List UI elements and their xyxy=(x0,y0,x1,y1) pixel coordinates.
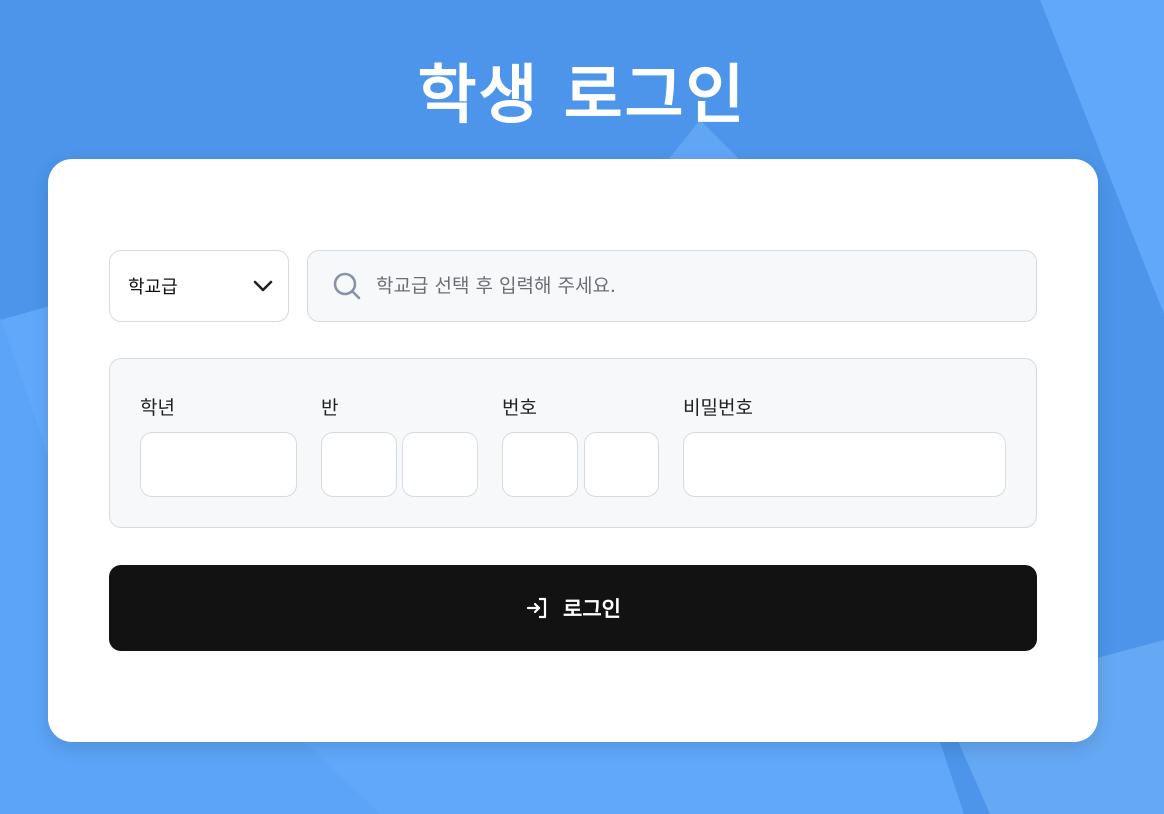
class-digit-2-input[interactable] xyxy=(402,432,478,497)
school-level-select[interactable]: 학교급 xyxy=(109,250,289,322)
school-search-box xyxy=(307,250,1037,322)
chevron-down-icon xyxy=(252,279,274,293)
grade-input[interactable] xyxy=(140,432,297,497)
number-digit-2-input[interactable] xyxy=(584,432,659,497)
page-title: 학생 로그인 xyxy=(417,59,747,133)
login-card: 학교급 학년 반 번호 비밀번호 xyxy=(48,159,1098,742)
grade-label: 학년 xyxy=(140,397,175,419)
school-search-input[interactable] xyxy=(374,274,1018,298)
login-button-label: 로그인 xyxy=(563,598,621,621)
login-arrow-icon xyxy=(525,596,549,620)
number-label: 번호 xyxy=(502,397,537,419)
class-digit-1-input[interactable] xyxy=(321,432,397,497)
number-digit-1-input[interactable] xyxy=(502,432,578,497)
login-button[interactable]: 로그인 xyxy=(109,565,1037,651)
class-label: 반 xyxy=(321,397,339,419)
school-level-selected: 학교급 xyxy=(128,277,178,298)
search-icon xyxy=(332,271,362,301)
student-info-panel: 학년 반 번호 비밀번호 xyxy=(109,358,1037,528)
password-label: 비밀번호 xyxy=(683,397,753,419)
password-input[interactable] xyxy=(683,432,1006,497)
